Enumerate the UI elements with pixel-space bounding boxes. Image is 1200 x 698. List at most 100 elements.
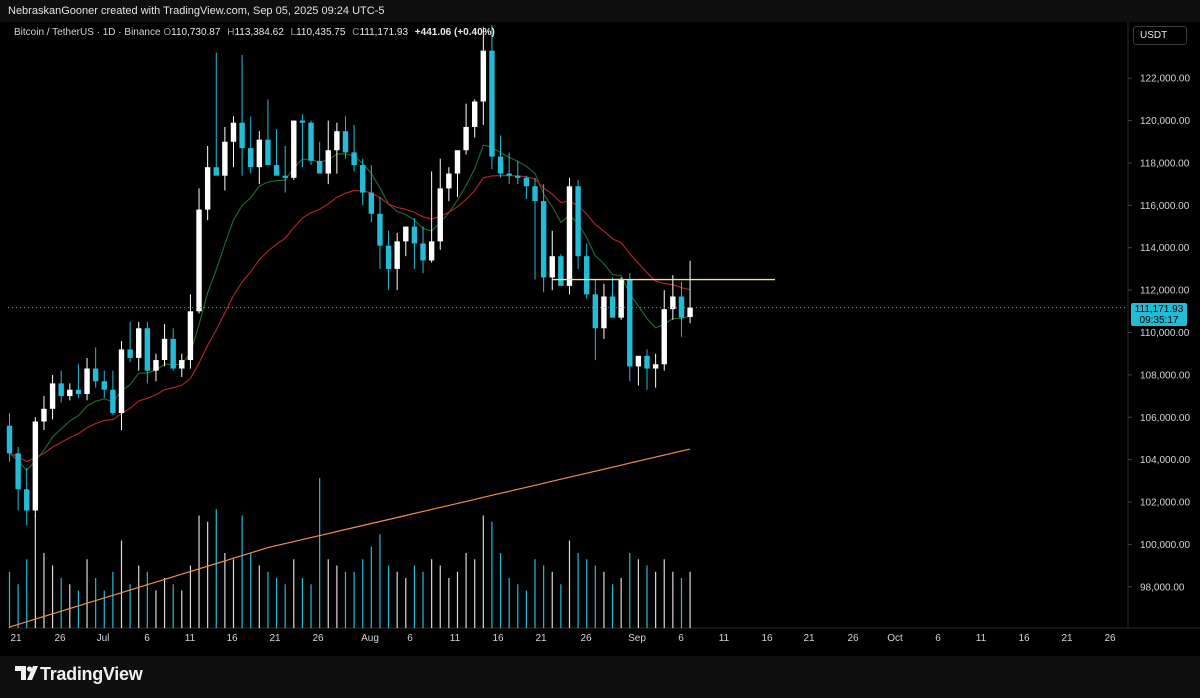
candle-body xyxy=(248,148,254,168)
candle-body xyxy=(291,120,297,178)
volume-bar xyxy=(568,540,571,628)
volume-bar xyxy=(362,559,364,628)
volume-bar xyxy=(586,559,588,628)
volume-bar xyxy=(405,578,407,628)
time-tick-label: 21 xyxy=(269,633,281,644)
volume-bar xyxy=(370,546,372,628)
candle-body xyxy=(385,245,392,269)
candle-body xyxy=(144,328,151,371)
volume-bar xyxy=(172,584,174,628)
footer-bar xyxy=(0,656,1200,698)
time-tick-label: Aug xyxy=(361,633,379,644)
time-tick-label: 21 xyxy=(803,633,815,644)
volume-bar xyxy=(431,559,433,628)
price-tick-label: 112,000.00 xyxy=(1140,286,1190,297)
candle-body xyxy=(58,383,64,397)
volume-bar xyxy=(689,571,691,628)
candle-body xyxy=(540,201,547,278)
price-tick-label: 118,000.00 xyxy=(1140,158,1190,169)
volume-bar xyxy=(646,565,648,628)
time-tick-label: 11 xyxy=(185,633,196,644)
volume-bar xyxy=(224,553,226,628)
candle-body xyxy=(472,101,478,127)
candle-body xyxy=(187,311,194,361)
candle-body xyxy=(584,256,590,295)
volume-bar xyxy=(465,553,467,628)
candle-body xyxy=(377,213,383,246)
volume-bar xyxy=(534,559,536,628)
candle-body xyxy=(592,294,599,329)
volume-bar xyxy=(215,509,217,628)
volume-bar xyxy=(517,584,519,628)
bar-countdown: 09:35:17 xyxy=(1139,315,1179,326)
volume-bar xyxy=(103,590,105,628)
candle-body xyxy=(334,131,340,151)
volume-bar xyxy=(491,521,493,628)
volume-bar xyxy=(680,578,683,628)
candle-body xyxy=(523,177,530,187)
high-value: 113,384.62 xyxy=(234,27,284,38)
candle-body xyxy=(506,173,512,176)
candle-body xyxy=(342,131,349,153)
volume-bar xyxy=(163,578,166,628)
time-tick-label: 6 xyxy=(935,633,941,644)
volume-bar xyxy=(474,559,476,628)
candle-body xyxy=(6,425,13,454)
candle-body xyxy=(489,50,495,157)
volume-bar xyxy=(560,584,562,628)
volume-bar xyxy=(284,584,286,628)
volume-bar xyxy=(275,578,278,628)
volume-bar xyxy=(155,590,157,628)
volume-bar xyxy=(86,559,88,628)
candle-body xyxy=(256,139,263,168)
last-price-tag: 111,171.93 09:35:17 xyxy=(1131,303,1187,326)
volume-bar xyxy=(198,515,200,628)
volume-bar xyxy=(344,571,347,628)
volume-bar xyxy=(8,571,11,628)
time-tick-label: 26 xyxy=(1104,633,1116,644)
candle-body xyxy=(204,167,211,210)
time-tick-label: 11 xyxy=(976,633,987,644)
candle-body xyxy=(32,421,39,511)
volume-bar xyxy=(207,521,209,628)
volume-bar xyxy=(95,578,97,628)
volume-bar xyxy=(69,584,71,628)
candle-body xyxy=(282,175,288,178)
candle-body xyxy=(480,50,487,102)
price-chart[interactable]: 122,000.00 120,000.00 118,000.00 116,000.00… xyxy=(0,0,1200,698)
time-tick-label: 11 xyxy=(450,633,461,644)
time-tick-label: Jul xyxy=(97,633,110,644)
time-tick-label: Sep xyxy=(628,633,646,644)
volume-bar xyxy=(232,559,235,628)
candle-body xyxy=(75,389,82,394)
symbol-name: Bitcoin / TetherUS · 1D · Binance xyxy=(14,27,161,38)
tradingview-logo-icon[interactable] xyxy=(14,663,38,683)
candle-body xyxy=(532,186,538,202)
candle-body xyxy=(360,165,366,193)
price-tick-label: 122,000.00 xyxy=(1140,74,1190,85)
price-tick-label: 116,000.00 xyxy=(1140,201,1190,212)
volume-bar xyxy=(310,584,312,628)
currency-button[interactable]: USDT xyxy=(1133,26,1187,45)
candle-body xyxy=(618,279,624,318)
candle-body xyxy=(368,192,375,214)
time-tick-label: 16 xyxy=(1018,633,1030,644)
volume-bar xyxy=(319,478,321,628)
volume-bar xyxy=(327,559,329,628)
candle-body xyxy=(316,160,323,174)
volume-bar xyxy=(396,571,398,628)
volume-bar xyxy=(250,553,252,628)
candle-body xyxy=(308,122,314,161)
price-tick-label: 102,000.00 xyxy=(1140,498,1190,509)
price-tick-label: 110,000.00 xyxy=(1140,328,1190,339)
time-tick-label: 26 xyxy=(54,633,66,644)
price-tick-label: 98,000.00 xyxy=(1140,582,1185,593)
candle-body xyxy=(463,126,469,151)
volume-bar xyxy=(482,515,484,628)
volume-bar xyxy=(629,553,631,628)
volume-bar xyxy=(456,571,459,628)
time-tick-label: 21 xyxy=(10,633,22,644)
candle-body xyxy=(196,209,202,312)
volume-bar xyxy=(129,584,131,628)
time-tick-label: 26 xyxy=(580,633,592,644)
